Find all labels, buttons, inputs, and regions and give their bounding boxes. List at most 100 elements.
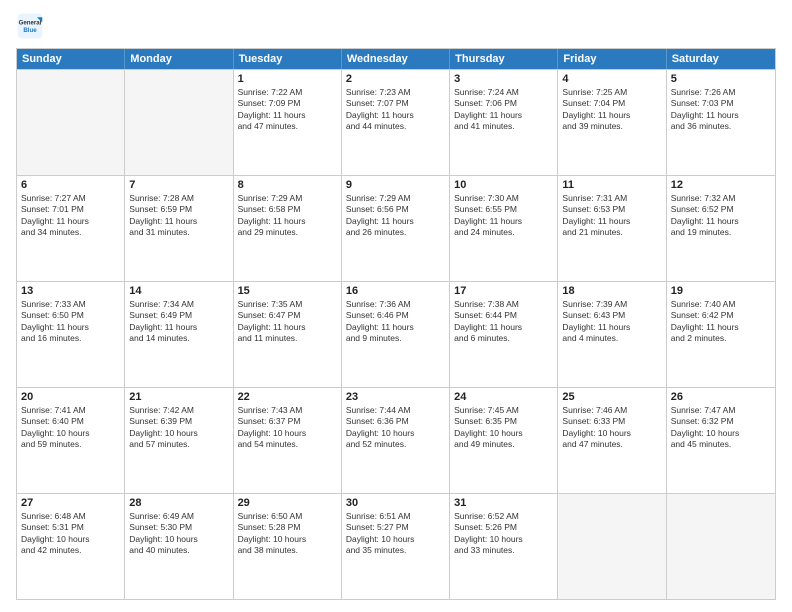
day-number: 5 <box>671 73 771 85</box>
weekday-header-saturday: Saturday <box>667 49 775 69</box>
day-number: 1 <box>238 73 337 85</box>
day-info: Sunrise: 7:24 AM Sunset: 7:06 PM Dayligh… <box>454 87 553 133</box>
calendar-week-3: 13 Sunrise: 7:33 AM Sunset: 6:50 PM Dayli… <box>17 281 775 387</box>
day-number: 3 <box>454 73 553 85</box>
day-number: 30 <box>346 497 445 509</box>
day-number: 21 <box>129 391 228 403</box>
day-number: 29 <box>238 497 337 509</box>
day-info: Sunrise: 7:38 AM Sunset: 6:44 PM Dayligh… <box>454 299 553 345</box>
day-info: Sunrise: 7:46 AM Sunset: 6:33 PM Dayligh… <box>562 405 661 451</box>
day-info: Sunrise: 7:30 AM Sunset: 6:55 PM Dayligh… <box>454 193 553 239</box>
calendar-header-row: SundayMondayTuesdayWednesdayThursdayFrid… <box>17 49 775 69</box>
day-number: 16 <box>346 285 445 297</box>
weekday-header-wednesday: Wednesday <box>342 49 450 69</box>
weekday-header-tuesday: Tuesday <box>234 49 342 69</box>
day-info: Sunrise: 7:44 AM Sunset: 6:36 PM Dayligh… <box>346 405 445 451</box>
calendar-day-24: 24Sunrise: 7:45 AM Sunset: 6:35 PM Dayli… <box>450 388 558 493</box>
calendar-week-2: 6 Sunrise: 7:27 AM Sunset: 7:01 PM Daylig… <box>17 175 775 281</box>
calendar-day-21: 21 Sunrise: 7:42 AM Sunset: 6:39 PM Dayli… <box>125 388 233 493</box>
day-number: 15 <box>238 285 337 297</box>
calendar-day-16: 16 Sunrise: 7:36 AM Sunset: 6:46 PM Dayli… <box>342 282 450 387</box>
day-info: Sunrise: 7:28 AM Sunset: 6:59 PM Dayligh… <box>129 193 228 239</box>
calendar-day-9: 9Sunrise: 7:29 AM Sunset: 6:56 PM Daylig… <box>342 176 450 281</box>
weekday-header-thursday: Thursday <box>450 49 558 69</box>
calendar-day-11: 11 Sunrise: 7:31 AM Sunset: 6:53 PM Dayli… <box>558 176 666 281</box>
day-info: Sunrise: 7:45 AM Sunset: 6:35 PM Dayligh… <box>454 405 553 451</box>
calendar-day-29: 29 Sunrise: 6:50 AM Sunset: 5:28 PM Dayli… <box>234 494 342 599</box>
weekday-header-sunday: Sunday <box>17 49 125 69</box>
day-info: Sunrise: 7:31 AM Sunset: 6:53 PM Dayligh… <box>562 193 661 239</box>
day-info: Sunrise: 6:50 AM Sunset: 5:28 PM Dayligh… <box>238 511 337 557</box>
calendar-day-empty <box>17 70 125 175</box>
day-number: 7 <box>129 179 228 191</box>
day-number: 27 <box>21 497 120 509</box>
calendar-day-23: 23 Sunrise: 7:44 AM Sunset: 6:36 PM Dayli… <box>342 388 450 493</box>
day-number: 26 <box>671 391 771 403</box>
day-number: 11 <box>562 179 661 191</box>
day-number: 20 <box>21 391 120 403</box>
day-info: Sunrise: 7:36 AM Sunset: 6:46 PM Dayligh… <box>346 299 445 345</box>
calendar-day-6: 6 Sunrise: 7:27 AM Sunset: 7:01 PM Daylig… <box>17 176 125 281</box>
day-info: Sunrise: 7:42 AM Sunset: 6:39 PM Dayligh… <box>129 405 228 451</box>
calendar-day-2: 2 Sunrise: 7:23 AM Sunset: 7:07 PM Daylig… <box>342 70 450 175</box>
day-info: Sunrise: 6:48 AM Sunset: 5:31 PM Dayligh… <box>21 511 120 557</box>
day-info: Sunrise: 7:27 AM Sunset: 7:01 PM Dayligh… <box>21 193 120 239</box>
day-info: Sunrise: 7:25 AM Sunset: 7:04 PM Dayligh… <box>562 87 661 133</box>
day-number: 8 <box>238 179 337 191</box>
calendar-day-empty <box>558 494 666 599</box>
calendar-page: General Blue SundayMondayTuesdayWednesda… <box>0 0 792 612</box>
calendar-day-empty <box>125 70 233 175</box>
calendar-day-25: 25Sunrise: 7:46 AM Sunset: 6:33 PM Dayli… <box>558 388 666 493</box>
calendar-day-13: 13 Sunrise: 7:33 AM Sunset: 6:50 PM Dayli… <box>17 282 125 387</box>
day-number: 31 <box>454 497 553 509</box>
day-number: 13 <box>21 285 120 297</box>
logo: General Blue <box>16 12 48 40</box>
day-number: 28 <box>129 497 228 509</box>
day-number: 14 <box>129 285 228 297</box>
calendar-day-31: 31Sunrise: 6:52 AM Sunset: 5:26 PM Dayli… <box>450 494 558 599</box>
day-number: 2 <box>346 73 445 85</box>
day-number: 23 <box>346 391 445 403</box>
day-info: Sunrise: 7:43 AM Sunset: 6:37 PM Dayligh… <box>238 405 337 451</box>
day-info: Sunrise: 7:29 AM Sunset: 6:56 PM Dayligh… <box>346 193 445 239</box>
weekday-header-friday: Friday <box>558 49 666 69</box>
calendar-day-18: 18 Sunrise: 7:39 AM Sunset: 6:43 PM Dayli… <box>558 282 666 387</box>
svg-text:Blue: Blue <box>23 27 37 34</box>
day-info: Sunrise: 7:26 AM Sunset: 7:03 PM Dayligh… <box>671 87 771 133</box>
day-info: Sunrise: 7:41 AM Sunset: 6:40 PM Dayligh… <box>21 405 120 451</box>
day-number: 12 <box>671 179 771 191</box>
day-info: Sunrise: 7:23 AM Sunset: 7:07 PM Dayligh… <box>346 87 445 133</box>
day-info: Sunrise: 7:35 AM Sunset: 6:47 PM Dayligh… <box>238 299 337 345</box>
day-number: 4 <box>562 73 661 85</box>
calendar-day-28: 28 Sunrise: 6:49 AM Sunset: 5:30 PM Dayli… <box>125 494 233 599</box>
calendar-day-20: 20 Sunrise: 7:41 AM Sunset: 6:40 PM Dayli… <box>17 388 125 493</box>
day-number: 6 <box>21 179 120 191</box>
calendar-day-1: 1 Sunrise: 7:22 AM Sunset: 7:09 PM Daylig… <box>234 70 342 175</box>
day-info: Sunrise: 7:40 AM Sunset: 6:42 PM Dayligh… <box>671 299 771 345</box>
calendar-body: 1 Sunrise: 7:22 AM Sunset: 7:09 PM Daylig… <box>17 69 775 599</box>
calendar-day-30: 30Sunrise: 6:51 AM Sunset: 5:27 PM Dayli… <box>342 494 450 599</box>
calendar-day-12: 12Sunrise: 7:32 AM Sunset: 6:52 PM Dayli… <box>667 176 775 281</box>
weekday-header-monday: Monday <box>125 49 233 69</box>
calendar-day-27: 27 Sunrise: 6:48 AM Sunset: 5:31 PM Dayli… <box>17 494 125 599</box>
calendar-day-empty <box>667 494 775 599</box>
day-info: Sunrise: 6:49 AM Sunset: 5:30 PM Dayligh… <box>129 511 228 557</box>
calendar-day-22: 22Sunrise: 7:43 AM Sunset: 6:37 PM Dayli… <box>234 388 342 493</box>
header: General Blue <box>16 12 776 40</box>
day-number: 19 <box>671 285 771 297</box>
day-number: 10 <box>454 179 553 191</box>
day-info: Sunrise: 7:47 AM Sunset: 6:32 PM Dayligh… <box>671 405 771 451</box>
calendar-day-5: 5 Sunrise: 7:26 AM Sunset: 7:03 PM Daylig… <box>667 70 775 175</box>
day-info: Sunrise: 7:33 AM Sunset: 6:50 PM Dayligh… <box>21 299 120 345</box>
calendar-day-8: 8 Sunrise: 7:29 AM Sunset: 6:58 PM Daylig… <box>234 176 342 281</box>
calendar-day-15: 15 Sunrise: 7:35 AM Sunset: 6:47 PM Dayli… <box>234 282 342 387</box>
calendar-week-4: 20 Sunrise: 7:41 AM Sunset: 6:40 PM Dayli… <box>17 387 775 493</box>
day-number: 18 <box>562 285 661 297</box>
logo-icon: General Blue <box>16 12 44 40</box>
day-info: Sunrise: 7:22 AM Sunset: 7:09 PM Dayligh… <box>238 87 337 133</box>
day-number: 17 <box>454 285 553 297</box>
calendar-day-3: 3 Sunrise: 7:24 AM Sunset: 7:06 PM Daylig… <box>450 70 558 175</box>
day-info: Sunrise: 7:29 AM Sunset: 6:58 PM Dayligh… <box>238 193 337 239</box>
day-info: Sunrise: 7:39 AM Sunset: 6:43 PM Dayligh… <box>562 299 661 345</box>
calendar-day-4: 4 Sunrise: 7:25 AM Sunset: 7:04 PM Daylig… <box>558 70 666 175</box>
